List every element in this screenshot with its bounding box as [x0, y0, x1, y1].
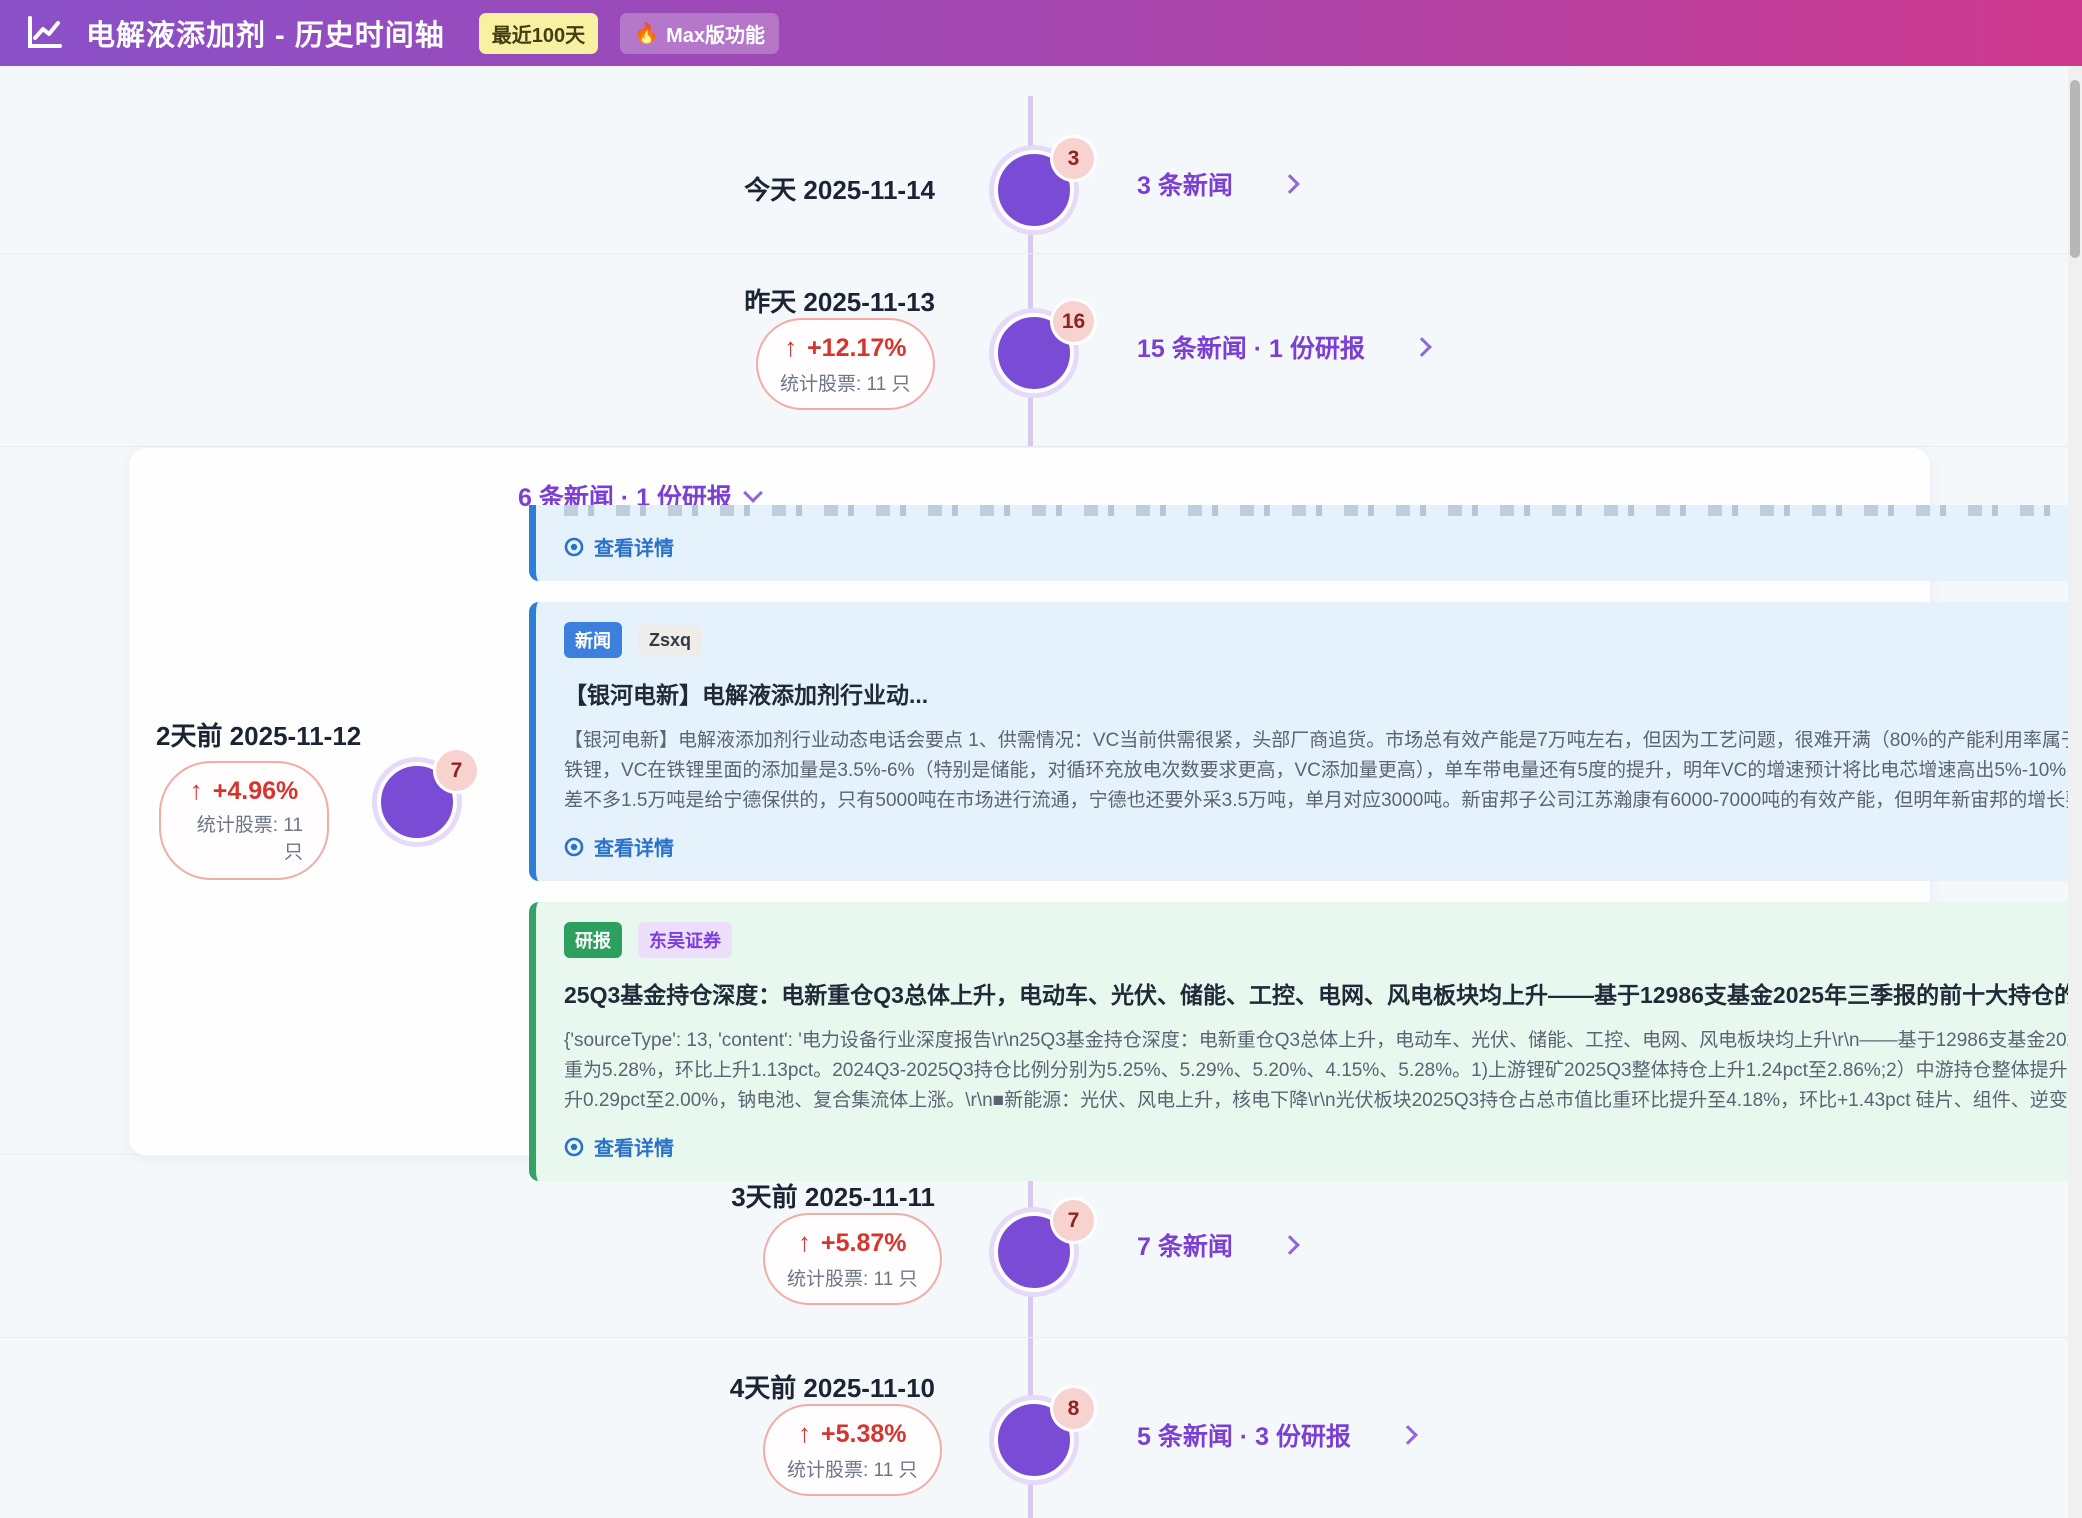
news-link-3days[interactable]: 7 条新闻	[1137, 1227, 1297, 1263]
timeline-row-expanded: 6 条新闻 · 1 份研报 2天前 2025-11-12 ↑+4.96% 统计股…	[0, 447, 2082, 1155]
scrollbar-track[interactable]	[2068, 66, 2082, 1518]
fire-icon: 🔥	[634, 21, 659, 46]
report-body-line: 升0.29pct至2.00%，钠电池、复合集流体上涨。\r\n■新能源：光伏、风…	[564, 1086, 2082, 1116]
news-title: 【银河电新】电解液添加剂行业动...	[564, 676, 2082, 710]
date-label: 2天前 2025-11-12	[156, 716, 361, 753]
stat-label: 统计股票: 11 只	[787, 1264, 918, 1291]
timeline: 今天 2025-11-14 3 3 条新闻 昨天 2025-11-13 ↑ +12…	[0, 66, 2082, 1518]
report-body-line: 重为5.28%，环比上升1.13pct。2024Q3-2025Q3持仓比例分别为…	[564, 1056, 2082, 1086]
timeline-page: 电解液添加剂 - 历史时间轴 最近100天 🔥Max版功能 今天 2025-11…	[0, 0, 2082, 1518]
report-type-badge: 研报	[564, 922, 622, 958]
max-feature-badge: 🔥Max版功能	[620, 13, 779, 54]
stat-label: 统计股票: 11 只	[185, 812, 303, 866]
report-title: 25Q3基金持仓深度：电新重仓Q3总体上升，电动车、光伏、储能、工控、电网、风电…	[564, 976, 2082, 1010]
expanded-panel: 6 条新闻 · 1 份研报 2天前 2025-11-12 ↑+4.96% 统计股…	[128, 447, 1931, 1156]
news-type-badge: 新闻	[564, 622, 622, 658]
up-arrow-icon: ↑	[798, 1418, 811, 1448]
up-arrow-icon: ↑	[784, 332, 797, 362]
stat-label: 统计股票: 11 只	[787, 1455, 918, 1482]
count-badge: 7	[436, 750, 477, 791]
change-pill: ↑ +4.96% 统计股票: 11 只	[159, 761, 329, 880]
news-card[interactable]: 新闻 Zsxq 【银河电新】电解液添加剂行业动... 【银河电新】电解液添加剂行…	[529, 602, 2082, 881]
news-body-line: 铁锂，VC在铁锂里面的添加量是3.5%-6%（特别是储能，对循环充放电次数要求更…	[564, 756, 2082, 786]
change-percent: +5.38%	[821, 1420, 907, 1448]
change-percent: +4.96%	[213, 777, 299, 805]
eye-icon	[564, 1137, 584, 1157]
news-source-badge: Zsxq	[638, 625, 702, 656]
up-arrow-icon: ↑	[190, 775, 203, 805]
chevron-down-icon	[743, 483, 763, 503]
eye-icon	[564, 537, 584, 557]
up-arrow-icon: ↑	[798, 1227, 811, 1257]
view-details-link[interactable]: 查看详情	[564, 532, 2082, 561]
count-badge: 3	[1053, 138, 1094, 179]
report-body-line: {'sourceType': 13, 'content': '电力设备行业深度报…	[564, 1026, 2082, 1056]
chevron-right-icon	[1412, 337, 1432, 357]
count-badge: 7	[1053, 1200, 1094, 1241]
view-details-link[interactable]: 查看详情	[564, 1132, 2082, 1161]
count-badge: 16	[1053, 301, 1094, 342]
date-label: 昨天 2025-11-13	[744, 282, 935, 319]
news-link-yesterday[interactable]: 15 条新闻 · 1 份研报	[1137, 329, 1429, 365]
date-label: 4天前 2025-11-10	[730, 1368, 935, 1405]
chevron-right-icon	[1280, 1235, 1300, 1255]
timeline-node[interactable]: 3	[994, 150, 1074, 230]
date-label: 今天 2025-11-14	[744, 170, 935, 207]
timeline-row-3days: 3天前 2025-11-11 ↑ +5.87% 统计股票: 11 只 7 7 条新…	[0, 1155, 2082, 1338]
news-body-line: 【银河电新】电解液添加剂行业动态电话会要点 1、供需情况：VC当前供需很紧，头部…	[564, 726, 2082, 756]
report-source-badge: 东吴证券	[638, 922, 732, 958]
page-title: 电解液添加剂 - 历史时间轴	[86, 12, 445, 54]
app-header: 电解液添加剂 - 历史时间轴 最近100天 🔥Max版功能	[0, 0, 2082, 66]
timeline-node[interactable]: 7	[377, 762, 457, 842]
timeline-node[interactable]: 8	[994, 1400, 1074, 1480]
news-card-clipped[interactable]: 查看详情	[529, 505, 2082, 581]
change-percent: +12.17%	[807, 334, 906, 362]
change-pill: ↑ +12.17% 统计股票: 11 只	[756, 318, 935, 410]
eye-icon	[564, 837, 584, 857]
date-range-badge: 最近100天	[479, 13, 598, 54]
timeline-node[interactable]: 16	[994, 313, 1074, 393]
scrollbar-thumb[interactable]	[2070, 80, 2080, 258]
change-percent: +5.87%	[821, 1229, 907, 1257]
timeline-row-4days: 4天前 2025-11-10 ↑ +5.38% 统计股票: 11 只 8 5 条新…	[0, 1338, 2082, 1518]
date-label: 3天前 2025-11-11	[731, 1177, 935, 1214]
view-details-link[interactable]: 查看详情	[564, 832, 2082, 861]
card-list: 查看详情 新闻 Zsxq 【银河电新】电解液添加剂行业动... 【银河电新】电解…	[529, 505, 2082, 1181]
line-chart-icon	[26, 16, 64, 50]
stat-label: 统计股票: 11 只	[780, 369, 911, 396]
chevron-right-icon	[1398, 1425, 1418, 1445]
chevron-right-icon	[1280, 174, 1300, 194]
change-pill: ↑ +5.87% 统计股票: 11 只	[763, 1213, 942, 1305]
news-body-line: 差不多1.5万吨是给宁德保供的，只有5000吨在市场进行流通，宁德也还要外采3.…	[564, 786, 2082, 816]
timeline-row-yesterday: 昨天 2025-11-13 ↑ +12.17% 统计股票: 11 只 16 15 …	[0, 254, 2082, 447]
count-badge: 8	[1053, 1388, 1094, 1429]
report-card[interactable]: 研报 东吴证券 25Q3基金持仓深度：电新重仓Q3总体上升，电动车、光伏、储能、…	[529, 902, 2082, 1181]
news-link-4days[interactable]: 5 条新闻 · 3 份研报	[1137, 1417, 1415, 1453]
clipped-text-strip	[564, 505, 2082, 516]
news-link-today[interactable]: 3 条新闻	[1137, 166, 1297, 202]
timeline-row-today: 今天 2025-11-14 3 3 条新闻	[0, 66, 2082, 254]
change-pill: ↑ +5.38% 统计股票: 11 只	[763, 1404, 942, 1496]
timeline-node[interactable]: 7	[994, 1212, 1074, 1292]
